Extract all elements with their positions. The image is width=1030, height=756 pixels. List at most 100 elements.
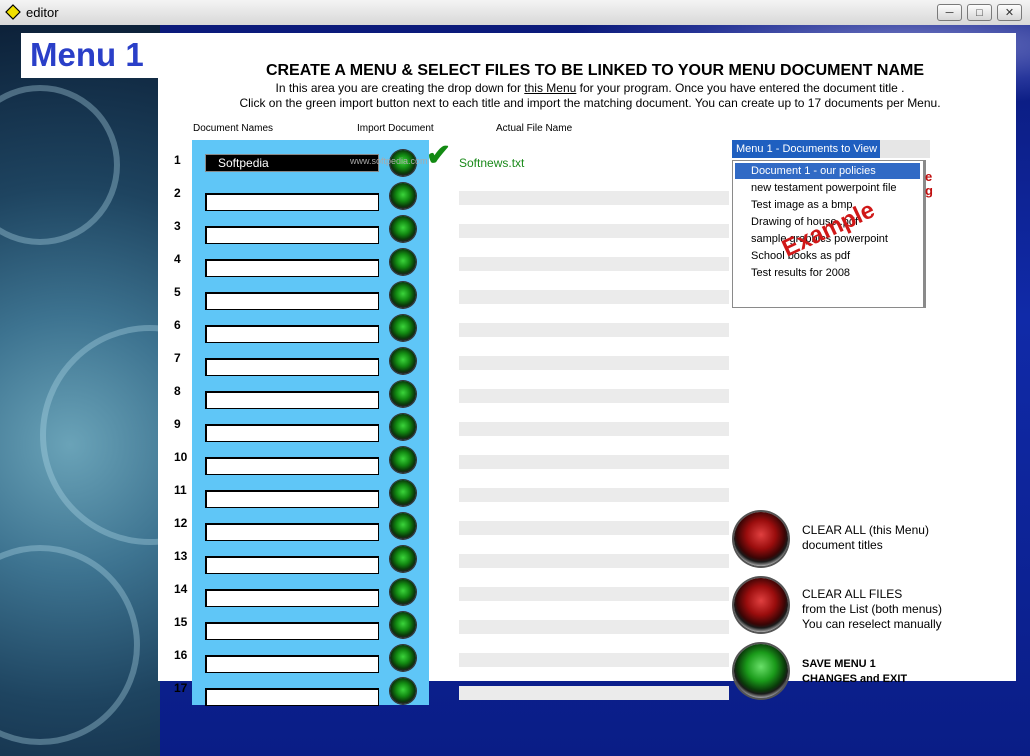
page-heading: CREATE A MENU & SELECT FILES TO BE LINKE…	[265, 62, 925, 79]
document-name-input[interactable]	[205, 358, 379, 376]
clear-titles-button[interactable]	[734, 512, 788, 566]
import-document-button[interactable]	[390, 546, 416, 572]
partial-red-text: eg	[925, 169, 933, 198]
row-number: 5	[174, 285, 181, 299]
file-name-field	[459, 686, 729, 700]
import-document-button[interactable]	[390, 447, 416, 473]
row-number: 9	[174, 417, 181, 431]
label-line: CLEAR ALL (this Menu)	[802, 523, 929, 537]
watermark: www.softpedia.com	[350, 156, 428, 166]
file-name-field	[459, 290, 729, 304]
import-document-button[interactable]	[390, 414, 416, 440]
window-title: editor	[26, 5, 59, 20]
gear-shape	[0, 545, 140, 745]
instructions-line-2: Click on the green import button next to…	[239, 96, 941, 110]
label-line: CHANGES and EXIT	[802, 673, 908, 685]
row-number: 13	[174, 549, 188, 563]
maximize-icon: □	[976, 7, 983, 19]
label-line: document titles	[802, 538, 883, 552]
import-document-button[interactable]	[390, 216, 416, 242]
row-number: 14	[174, 582, 188, 596]
dropdown-item[interactable]: new testament powerpoint file	[735, 180, 920, 196]
dropdown-item[interactable]: Test results for 2008	[735, 265, 920, 281]
file-name-field	[459, 554, 729, 568]
label-line: CLEAR ALL FILES	[802, 587, 903, 601]
import-document-button[interactable]	[390, 480, 416, 506]
import-document-button[interactable]	[390, 315, 416, 341]
document-name-input[interactable]	[205, 424, 379, 442]
dropdown-header: Menu 1 - Documents to View	[732, 140, 930, 158]
file-name-field	[459, 587, 729, 601]
document-name-input[interactable]	[205, 589, 379, 607]
row-number: 15	[174, 615, 188, 629]
import-document-button[interactable]	[390, 579, 416, 605]
dropdown-item[interactable]: Test image as a bmp	[735, 197, 920, 213]
document-name-input[interactable]	[205, 226, 379, 244]
import-document-button[interactable]	[390, 513, 416, 539]
column-header-document-names: Document Names	[193, 123, 274, 134]
file-name-field	[459, 422, 729, 436]
close-button[interactable]: ✕	[997, 4, 1022, 21]
row-number: 7	[174, 351, 181, 365]
app-diamond-icon	[5, 4, 21, 20]
minimize-icon: ─	[945, 7, 954, 19]
import-document-button[interactable]	[390, 612, 416, 638]
clear-files-button[interactable]	[734, 578, 788, 632]
gear-shape	[0, 85, 120, 245]
minimize-button[interactable]: ─	[937, 4, 962, 21]
row-number: 8	[174, 384, 181, 398]
document-name-input[interactable]	[205, 655, 379, 673]
instr-text: In this area you are creating the drop d…	[275, 81, 525, 95]
row-number: 6	[174, 318, 181, 332]
clear-files-label: CLEAR ALL FILES from the List (both menu…	[802, 587, 942, 632]
document-name-input[interactable]	[205, 292, 379, 310]
label-line: from the List (both menus)	[802, 602, 943, 616]
label-line: SAVE MENU 1	[802, 658, 876, 670]
document-name-input[interactable]	[205, 523, 379, 541]
row-number: 1	[174, 153, 181, 167]
file-name-field	[459, 356, 729, 370]
import-document-button[interactable]	[390, 678, 416, 704]
check-icon: ✔	[426, 139, 452, 172]
import-document-button[interactable]	[390, 381, 416, 407]
document-name-input[interactable]	[205, 490, 379, 508]
document-name-input[interactable]	[205, 325, 379, 343]
document-name-input[interactable]	[205, 622, 379, 640]
maximize-button[interactable]: □	[967, 4, 992, 21]
document-name-input[interactable]	[205, 391, 379, 409]
file-name-field	[459, 620, 729, 634]
file-name-field	[459, 521, 729, 535]
import-document-button[interactable]	[390, 249, 416, 275]
instructions-line-1: In this area you are creating the drop d…	[160, 81, 1020, 95]
app-window: editor ─ □ ✕ Menu 1 CREATE A MENU & SELE…	[0, 0, 1030, 756]
import-document-button[interactable]	[390, 183, 416, 209]
file-name-field	[459, 257, 729, 271]
import-document-button[interactable]	[390, 645, 416, 671]
instr-text: for your program. Once you have entered …	[576, 81, 905, 95]
row-number: 17	[174, 681, 188, 695]
document-name-input[interactable]	[205, 259, 379, 277]
file-name-field	[459, 191, 729, 205]
file-name-field	[459, 323, 729, 337]
row-number: 10	[174, 450, 188, 464]
import-document-button[interactable]	[390, 282, 416, 308]
row-number: 4	[174, 252, 181, 266]
document-name-input[interactable]	[205, 688, 379, 706]
document-name-input[interactable]	[205, 193, 379, 211]
row-number: 3	[174, 219, 181, 233]
file-name-field	[459, 455, 729, 469]
import-document-button[interactable]	[390, 348, 416, 374]
this-menu-link[interactable]: this Menu	[524, 81, 576, 95]
document-name-input[interactable]	[205, 457, 379, 475]
document-name-input[interactable]	[205, 556, 379, 574]
save-exit-button[interactable]	[734, 644, 788, 698]
file-name-field	[459, 653, 729, 667]
title-bar: editor ─ □ ✕	[0, 0, 1030, 26]
dropdown-item[interactable]: School books as pdf	[735, 248, 920, 264]
file-name-field	[459, 389, 729, 403]
file-name-field	[459, 488, 729, 502]
clear-titles-label: CLEAR ALL (this Menu) document titles	[802, 523, 929, 553]
row-number: 12	[174, 516, 188, 530]
dropdown-item[interactable]: Document 1 - our policies	[735, 163, 920, 179]
close-icon: ✕	[1004, 7, 1015, 19]
